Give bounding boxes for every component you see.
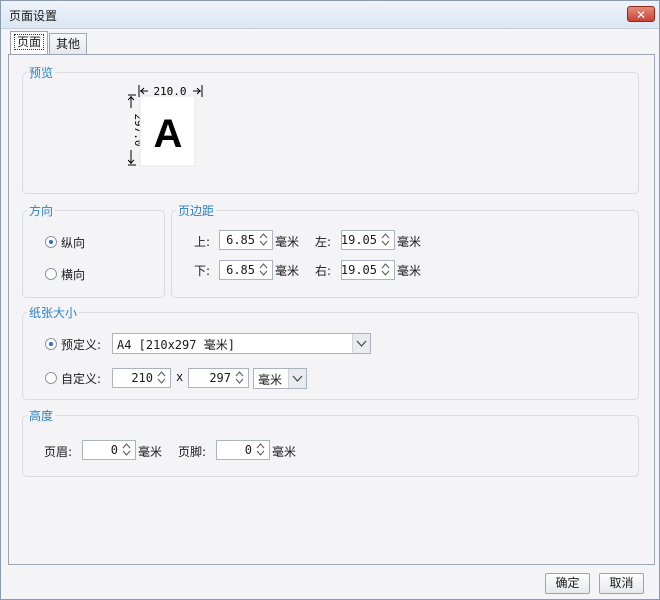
margin-right-spinbox[interactable]: 19.05 xyxy=(341,260,395,280)
header-height-spinbox[interactable]: 0 xyxy=(82,440,136,460)
margins-group-title: 页边距 xyxy=(176,202,217,219)
margin-bottom-label: 下: xyxy=(194,264,211,278)
portrait-radio[interactable] xyxy=(45,236,57,248)
tab-page[interactable]: 页面 xyxy=(10,31,48,55)
spin-down-icon[interactable] xyxy=(381,240,390,247)
spin-down-icon[interactable] xyxy=(259,270,268,277)
preview-group: 预览 210.0 297.0 A xyxy=(22,64,639,194)
margins-group: 页边距 上: 6.85 毫米 左: 19.05 毫米 下: 6.85 毫米 右:… xyxy=(171,202,639,298)
footer-height-unit: 毫米 xyxy=(272,445,297,459)
predefined-size-select[interactable]: A4 [210x297 毫米] xyxy=(112,333,371,354)
paper-size-group: 纸张大小 预定义: A4 [210x297 毫米] 自定义: 210 x 297… xyxy=(22,304,639,400)
margin-bottom-spinbox[interactable]: 6.85 xyxy=(219,260,273,280)
spin-down-icon[interactable] xyxy=(235,378,244,385)
header-height-value: 0 xyxy=(110,443,118,457)
landscape-label[interactable]: 横向 xyxy=(61,266,85,283)
title-bar: 页面设置 ✕ xyxy=(1,1,659,29)
spin-up-icon[interactable] xyxy=(122,442,131,449)
custom-unit-select[interactable]: 毫米 xyxy=(253,368,307,389)
footer-height-value: 0 xyxy=(244,443,252,457)
margin-bottom-unit: 毫米 xyxy=(275,264,300,278)
custom-unit-value: 毫米 xyxy=(258,373,283,387)
spin-down-icon[interactable] xyxy=(259,240,268,247)
spin-up-icon[interactable] xyxy=(235,370,244,377)
spin-down-icon[interactable] xyxy=(381,270,390,277)
window-title: 页面设置 xyxy=(9,9,58,23)
footer-height-spin[interactable] xyxy=(254,441,269,459)
margin-top-unit: 毫米 xyxy=(275,235,300,249)
margin-right-unit: 毫米 xyxy=(397,264,422,278)
margin-left-unit: 毫米 xyxy=(397,235,422,249)
custom-radio[interactable] xyxy=(45,372,57,384)
spin-up-icon[interactable] xyxy=(381,262,390,269)
margin-top-spinbox[interactable]: 6.85 xyxy=(219,230,273,250)
spin-up-icon[interactable] xyxy=(259,232,268,239)
spin-up-icon[interactable] xyxy=(381,232,390,239)
margin-left-spinbox[interactable]: 19.05 xyxy=(341,230,395,250)
margin-top-value: 6.85 xyxy=(226,233,255,247)
custom-unit-dropdown-button[interactable] xyxy=(288,369,306,388)
chevron-down-icon[interactable] xyxy=(353,334,370,353)
tab-other[interactable]: 其他 xyxy=(49,33,87,55)
ok-button[interactable]: 确定 xyxy=(545,573,590,594)
margin-top-label: 上: xyxy=(194,235,211,249)
custom-width-value: 210 xyxy=(131,371,153,385)
landscape-radio[interactable] xyxy=(45,268,57,280)
spin-down-icon[interactable] xyxy=(157,378,166,385)
height-group-title: 高度 xyxy=(27,407,56,424)
preview-sample-letter: A xyxy=(154,112,183,156)
custom-label[interactable]: 自定义: xyxy=(61,370,101,387)
page-setup-dialog: 页面设置 ✕ 页面 其他 预览 210.0 297.0 A 方向 纵向 横向 页… xyxy=(0,0,660,600)
custom-width-spinbox[interactable]: 210 xyxy=(112,368,171,388)
orientation-group: 方向 纵向 横向 xyxy=(22,202,165,298)
predefined-dropdown-button[interactable] xyxy=(352,334,370,353)
custom-height-spinbox[interactable]: 297 xyxy=(188,368,249,388)
footer-label: 页脚: xyxy=(178,445,207,459)
margin-right-spin[interactable] xyxy=(379,261,394,279)
margin-left-value: 19.05 xyxy=(340,233,377,247)
margin-left-spin[interactable] xyxy=(379,231,394,249)
footer-height-spinbox[interactable]: 0 xyxy=(216,440,270,460)
header-height-unit: 毫米 xyxy=(138,445,163,459)
custom-height-spin[interactable] xyxy=(233,369,248,387)
tab-panel-page: 预览 210.0 297.0 A 方向 纵向 横向 页边距 上: 6.85 毫米… xyxy=(8,54,655,565)
cancel-button[interactable]: 取消 xyxy=(599,573,644,594)
margin-left-label: 左: xyxy=(315,235,332,249)
page-preview: 210.0 297.0 A xyxy=(128,85,203,167)
predefined-size-value: A4 [210x297 毫米] xyxy=(117,338,235,352)
tab-page-label: 页面 xyxy=(13,34,44,50)
margin-bottom-spin[interactable] xyxy=(257,261,272,279)
paper-size-group-title: 纸张大小 xyxy=(27,304,80,321)
predefined-radio[interactable] xyxy=(45,338,57,350)
margin-right-value: 19.05 xyxy=(340,263,377,277)
margin-top-spin[interactable] xyxy=(257,231,272,249)
orientation-group-title: 方向 xyxy=(27,202,56,219)
margin-bottom-value: 6.85 xyxy=(226,263,255,277)
custom-width-spin[interactable] xyxy=(155,369,170,387)
chevron-down-icon[interactable] xyxy=(289,369,306,388)
spin-up-icon[interactable] xyxy=(259,262,268,269)
spin-up-icon[interactable] xyxy=(157,370,166,377)
header-height-spin[interactable] xyxy=(120,441,135,459)
close-button[interactable]: ✕ xyxy=(627,6,655,22)
margin-right-label: 右: xyxy=(315,264,332,278)
height-group: 高度 页眉: 0 毫米 页脚: 0 毫米 xyxy=(22,407,639,477)
preview-group-title: 预览 xyxy=(27,64,56,81)
spin-down-icon[interactable] xyxy=(256,450,265,457)
tab-other-label: 其他 xyxy=(55,37,80,51)
spin-down-icon[interactable] xyxy=(122,450,131,457)
custom-height-value: 297 xyxy=(209,371,231,385)
custom-times-sign: x xyxy=(176,370,184,384)
spin-up-icon[interactable] xyxy=(256,442,265,449)
predefined-label[interactable]: 预定义: xyxy=(61,336,101,353)
portrait-label[interactable]: 纵向 xyxy=(61,234,85,251)
header-label: 页眉: xyxy=(44,445,73,459)
